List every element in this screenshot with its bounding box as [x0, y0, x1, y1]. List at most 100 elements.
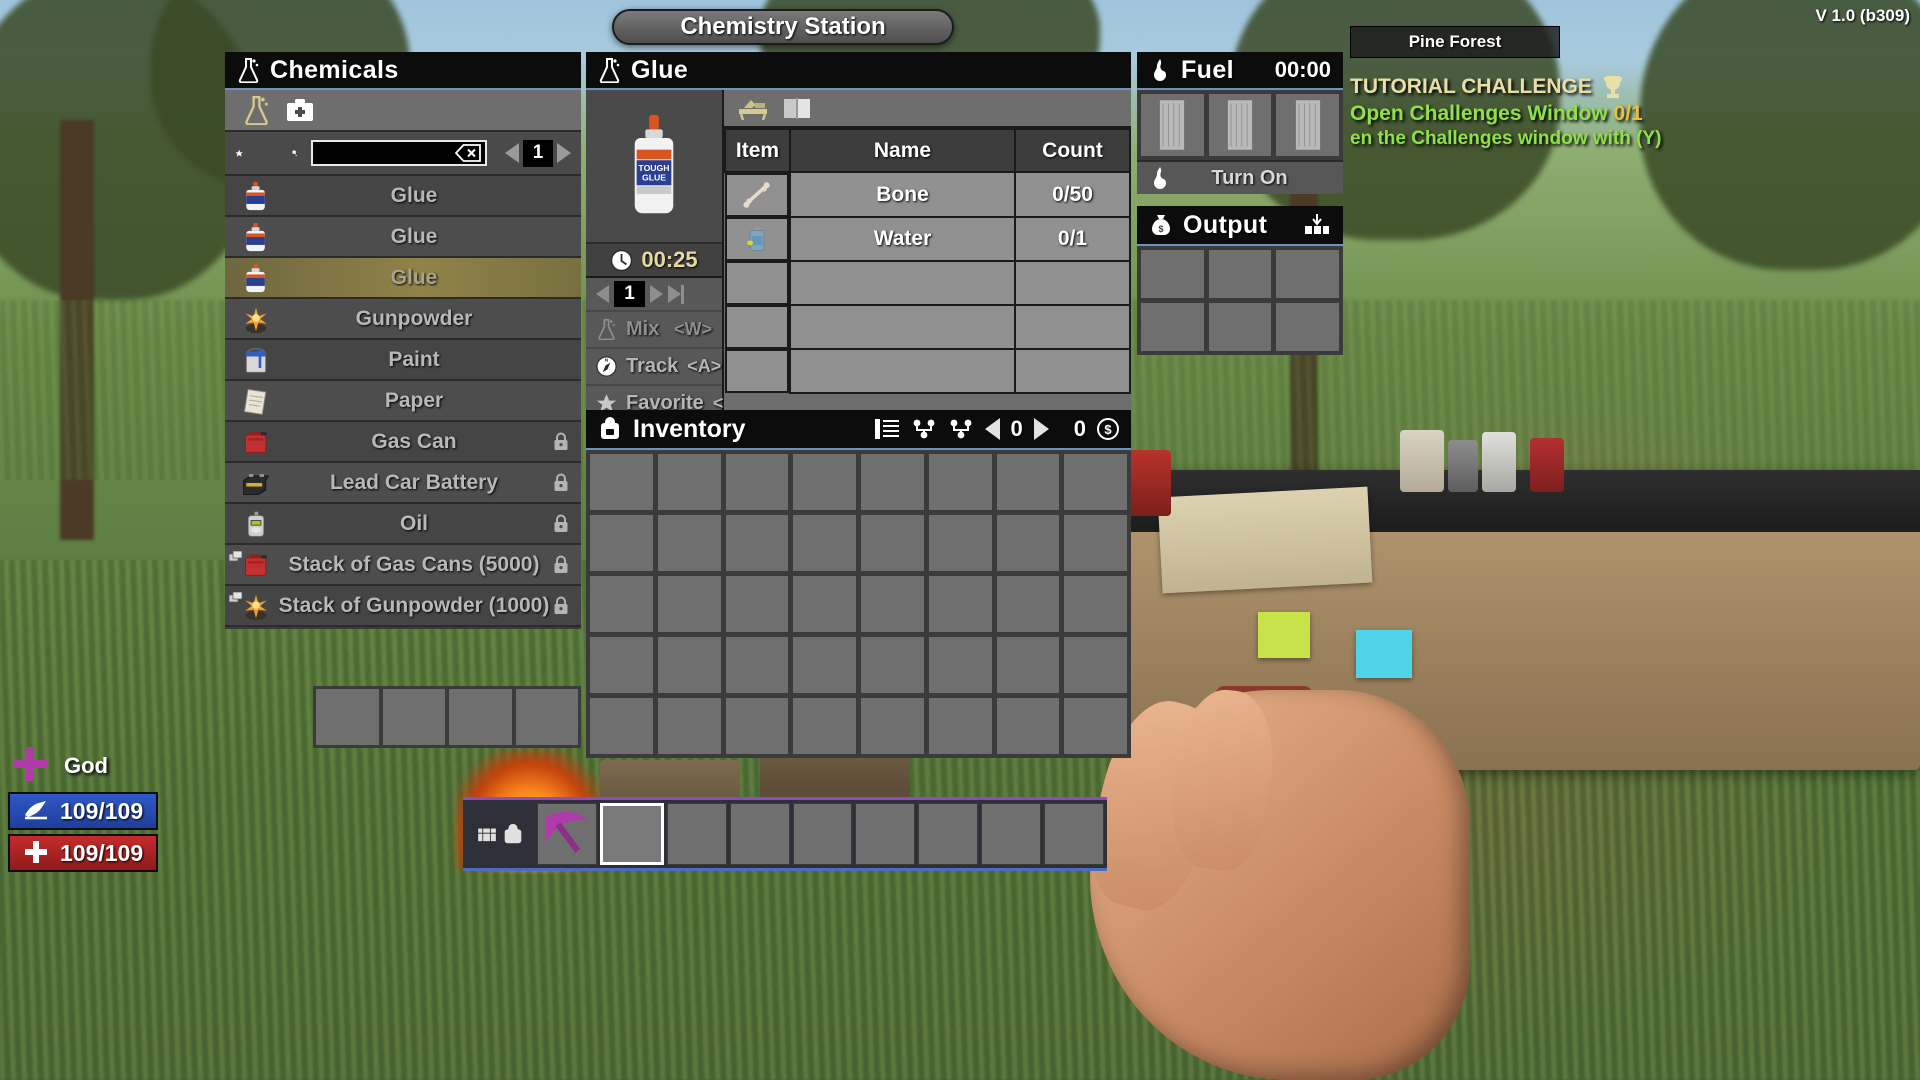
inventory-slot[interactable] — [995, 575, 1061, 633]
track-button[interactable]: N Track <A> — [586, 347, 722, 384]
toolbelt-slot-held[interactable] — [537, 803, 597, 865]
inventory-slot[interactable] — [656, 453, 722, 511]
output-slot-grid — [1137, 246, 1343, 355]
inventory-slot[interactable] — [656, 514, 722, 572]
inventory-slot[interactable] — [927, 636, 993, 694]
inventory-slot[interactable] — [724, 636, 790, 694]
inventory-slot[interactable] — [995, 697, 1061, 755]
chemicals-list-item[interactable]: Glue — [225, 176, 581, 217]
inventory-slot[interactable] — [927, 453, 993, 511]
inventory-slot[interactable] — [792, 636, 857, 694]
output-slot[interactable] — [1275, 302, 1340, 352]
inventory-slot[interactable] — [1063, 697, 1128, 755]
fuel-slot[interactable] — [1140, 93, 1205, 157]
turn-on-button[interactable]: Turn On — [1137, 160, 1343, 194]
inventory-slot[interactable] — [589, 453, 654, 511]
sort-desc-icon[interactable] — [948, 417, 974, 441]
search-input-wrapper[interactable] — [311, 140, 487, 166]
inventory-slot[interactable] — [860, 514, 925, 572]
workbench-icon[interactable] — [738, 95, 768, 121]
take-all-icon[interactable] — [1303, 213, 1331, 237]
star-icon[interactable] — [235, 141, 243, 166]
flask-icon[interactable] — [243, 95, 270, 125]
inventory-slot[interactable] — [589, 697, 654, 755]
output-slot[interactable] — [1207, 249, 1273, 299]
inventory-slot[interactable] — [589, 575, 654, 633]
inventory-page-next[interactable] — [1033, 418, 1049, 440]
inventory-slot[interactable] — [860, 697, 925, 755]
toolbelt-slot[interactable] — [729, 803, 790, 865]
inventory-slot[interactable] — [656, 636, 722, 694]
toolbelt-slot[interactable] — [1044, 803, 1105, 865]
slot[interactable] — [514, 688, 579, 746]
fuel-slot[interactable] — [1275, 93, 1340, 157]
sort-asc-icon[interactable] — [911, 417, 937, 441]
list-sort-icon[interactable] — [874, 417, 900, 441]
page-prev-arrow[interactable] — [505, 143, 519, 163]
chemicals-list-item[interactable]: Glue — [225, 258, 581, 299]
toolbelt-slot[interactable] — [918, 803, 979, 865]
slot[interactable] — [448, 688, 513, 746]
inventory-slot[interactable] — [589, 514, 654, 572]
book-icon[interactable] — [782, 95, 812, 121]
output-slot[interactable] — [1140, 249, 1205, 299]
inventory-slot[interactable] — [724, 453, 790, 511]
toolbelt-slot[interactable] — [981, 803, 1042, 865]
inventory-slot[interactable] — [589, 636, 654, 694]
inventory-slot[interactable] — [792, 697, 857, 755]
mix-button[interactable]: Mix <W> — [586, 310, 722, 347]
fuel-slot[interactable] — [1207, 93, 1273, 157]
inventory-slot[interactable] — [1063, 514, 1128, 572]
chemicals-list-item[interactable]: Stack of Gunpowder (1000) — [225, 586, 581, 627]
toolbelt-slot[interactable] — [792, 803, 853, 865]
inventory-slot[interactable] — [724, 575, 790, 633]
chemicals-list-item[interactable]: Glue — [225, 217, 581, 258]
inventory-slot[interactable] — [995, 636, 1061, 694]
output-slot[interactable] — [1207, 302, 1273, 352]
inventory-slot[interactable] — [927, 575, 993, 633]
inventory-slot[interactable] — [724, 697, 790, 755]
inventory-slot[interactable] — [724, 514, 790, 572]
inventory-slot[interactable] — [1063, 636, 1128, 694]
slot[interactable] — [315, 688, 380, 746]
inventory-slot[interactable] — [927, 514, 993, 572]
output-slot[interactable] — [1275, 249, 1340, 299]
chemicals-list-item[interactable]: Oil — [225, 504, 581, 545]
chemicals-list-item[interactable]: Paint — [225, 340, 581, 381]
inventory-slot[interactable] — [1063, 453, 1128, 511]
crate-icon[interactable] — [476, 823, 498, 845]
output-slot[interactable] — [1140, 302, 1205, 352]
inventory-slot[interactable] — [927, 697, 993, 755]
chemicals-list-item[interactable]: Gunpowder — [225, 299, 581, 340]
quantity-increase-arrow[interactable] — [650, 285, 663, 303]
challenge-objective-row: Open Challenges Window 0/1 — [1350, 102, 1912, 126]
inventory-slot[interactable] — [1063, 575, 1128, 633]
inventory-slot[interactable] — [860, 636, 925, 694]
toolbelt-slot[interactable] — [855, 803, 916, 865]
inventory-slot[interactable] — [995, 514, 1061, 572]
inventory-slot[interactable] — [860, 453, 925, 511]
search-input[interactable] — [313, 144, 455, 162]
inventory-page-prev[interactable] — [984, 418, 1000, 440]
medkit-icon[interactable] — [286, 98, 314, 122]
page-next-arrow[interactable] — [557, 143, 571, 163]
inventory-slot[interactable] — [995, 453, 1061, 511]
toolbelt-slot[interactable] — [599, 803, 664, 865]
inventory-slot[interactable] — [860, 575, 925, 633]
inventory-slot[interactable] — [792, 453, 857, 511]
slot[interactable] — [381, 688, 446, 746]
quantity-max-arrow[interactable] — [668, 284, 684, 304]
inventory-slot[interactable] — [656, 697, 722, 755]
output-window: $ Output — [1137, 206, 1343, 355]
toolbelt-slot[interactable] — [666, 803, 727, 865]
inventory-slot[interactable] — [792, 575, 857, 633]
backspace-icon[interactable] — [455, 144, 481, 162]
backpack-icon[interactable] — [501, 822, 525, 846]
inventory-slot[interactable] — [792, 514, 857, 572]
chemicals-list-item[interactable]: Stack of Gas Cans (5000) — [225, 545, 581, 586]
chemicals-list-item[interactable]: Lead Car Battery — [225, 463, 581, 504]
chemicals-list-item[interactable]: Paper — [225, 381, 581, 422]
chemicals-list-item[interactable]: Gas Can — [225, 422, 581, 463]
inventory-slot[interactable] — [656, 575, 722, 633]
quantity-decrease-arrow[interactable] — [596, 285, 609, 303]
